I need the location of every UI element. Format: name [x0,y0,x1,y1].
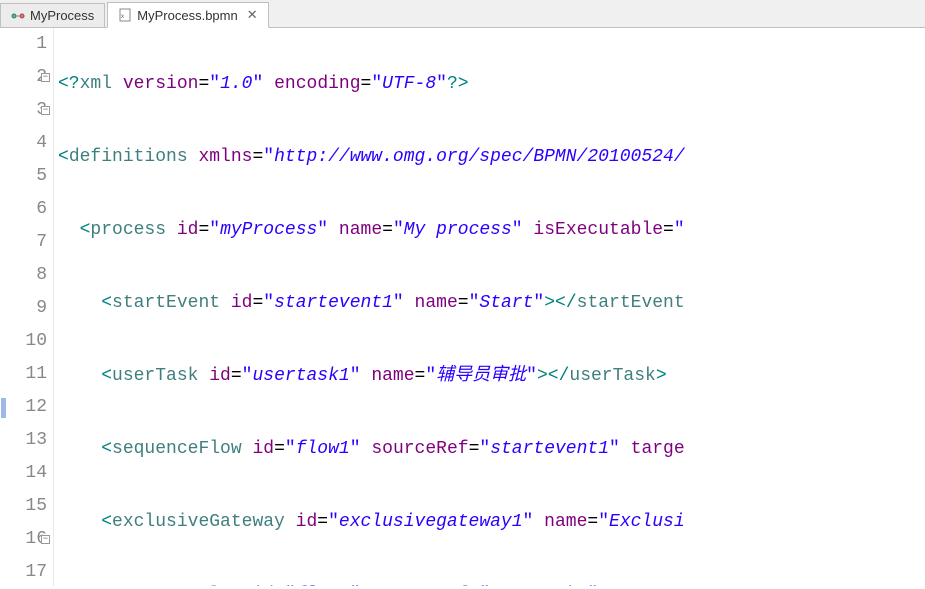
line-number: 5 [6,160,47,193]
fold-toggle-icon[interactable]: − [41,73,50,82]
tab-bar: MyProcess x MyProcess.bpmn ✕ [0,0,925,28]
line-number: 10 [6,325,47,358]
code-line[interactable]: <userTask id="usertask1" name="辅导员审批"></… [58,360,925,393]
line-number: 7 [6,226,47,259]
diagram-icon [11,9,25,23]
code-line[interactable]: <startEvent id="startevent1" name="Start… [58,287,925,320]
line-number: 13 [6,424,47,457]
close-icon[interactable]: ✕ [247,7,258,23]
code-line[interactable]: <process id="myProcess" name="My process… [58,214,925,247]
line-number: 17 [6,556,47,589]
change-marker-icon [1,398,6,418]
fold-toggle-icon[interactable]: − [41,535,50,544]
xml-file-icon: x [118,8,132,22]
fold-toggle-icon[interactable]: − [41,106,50,115]
line-number: 3− [6,94,47,127]
line-number: 8 [6,259,47,292]
tab-label: MyProcess [30,8,94,23]
code-editor[interactable]: 1 2− 3− 4 5 6 7 8 9 10 11 12 13 14 15 16… [0,28,925,586]
line-number: 15 [6,490,47,523]
code-line[interactable]: <definitions xmlns="http://www.omg.org/s… [58,141,925,174]
line-number: 4 [6,127,47,160]
line-number: 14 [6,457,47,490]
line-number: 9 [6,292,47,325]
tab-myprocess-diagram[interactable]: MyProcess [0,3,105,27]
line-number: 12 [6,391,47,424]
code-line[interactable]: <sequenceFlow id="flow1" sourceRef="star… [58,433,925,466]
line-number: 1 [6,28,47,61]
code-area[interactable]: <?xml version="1.0" encoding="UTF-8"?> <… [54,28,925,586]
line-number: 2− [6,61,47,94]
line-number: 6 [6,193,47,226]
svg-text:x: x [121,14,124,20]
line-number: 16− [6,523,47,556]
code-line[interactable]: <?xml version="1.0" encoding="UTF-8"?> [58,68,925,101]
code-line[interactable]: <exclusiveGateway id="exclusivegateway1"… [58,506,925,539]
tab-label: MyProcess.bpmn [137,8,237,23]
tab-myprocess-bpmn[interactable]: x MyProcess.bpmn ✕ [107,2,268,28]
code-line[interactable]: <sequenceFlow id="flow2" sourceRef="user… [58,579,925,586]
line-number: 11 [6,358,47,391]
line-number-gutter: 1 2− 3− 4 5 6 7 8 9 10 11 12 13 14 15 16… [6,28,54,586]
